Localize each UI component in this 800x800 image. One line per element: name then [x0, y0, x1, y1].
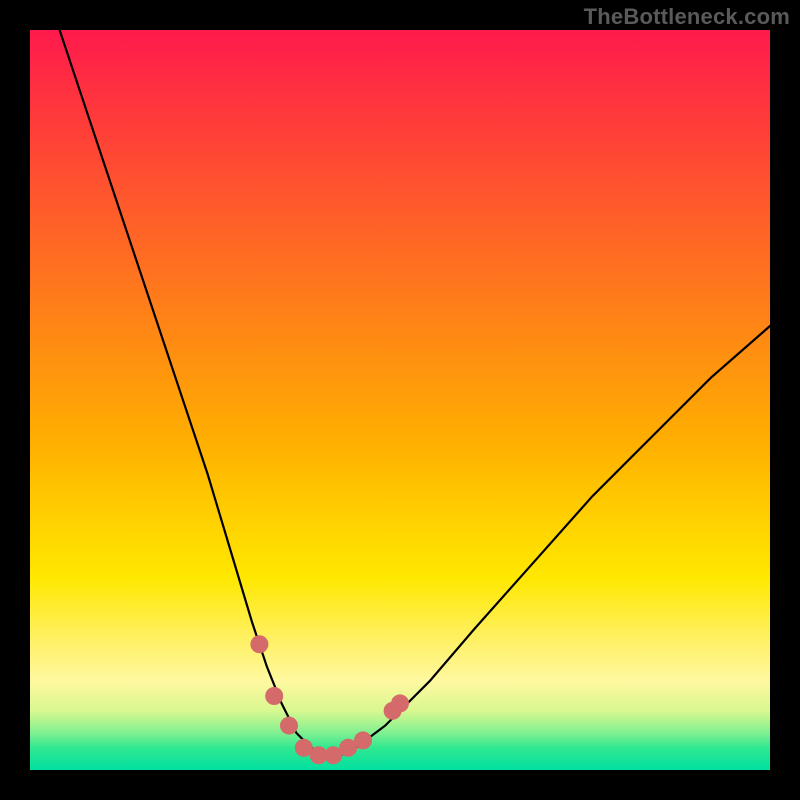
highlight-dot	[265, 687, 283, 705]
highlight-dot	[391, 694, 409, 712]
chart-frame: TheBottleneck.com	[0, 0, 800, 800]
highlight-dot	[354, 731, 372, 749]
curve-layer	[30, 30, 770, 770]
highlight-dot	[280, 717, 298, 735]
highlight-dots	[250, 635, 409, 764]
plot-area	[30, 30, 770, 770]
highlight-dot	[250, 635, 268, 653]
watermark-text: TheBottleneck.com	[584, 4, 790, 30]
bottleneck-curve	[60, 30, 770, 755]
